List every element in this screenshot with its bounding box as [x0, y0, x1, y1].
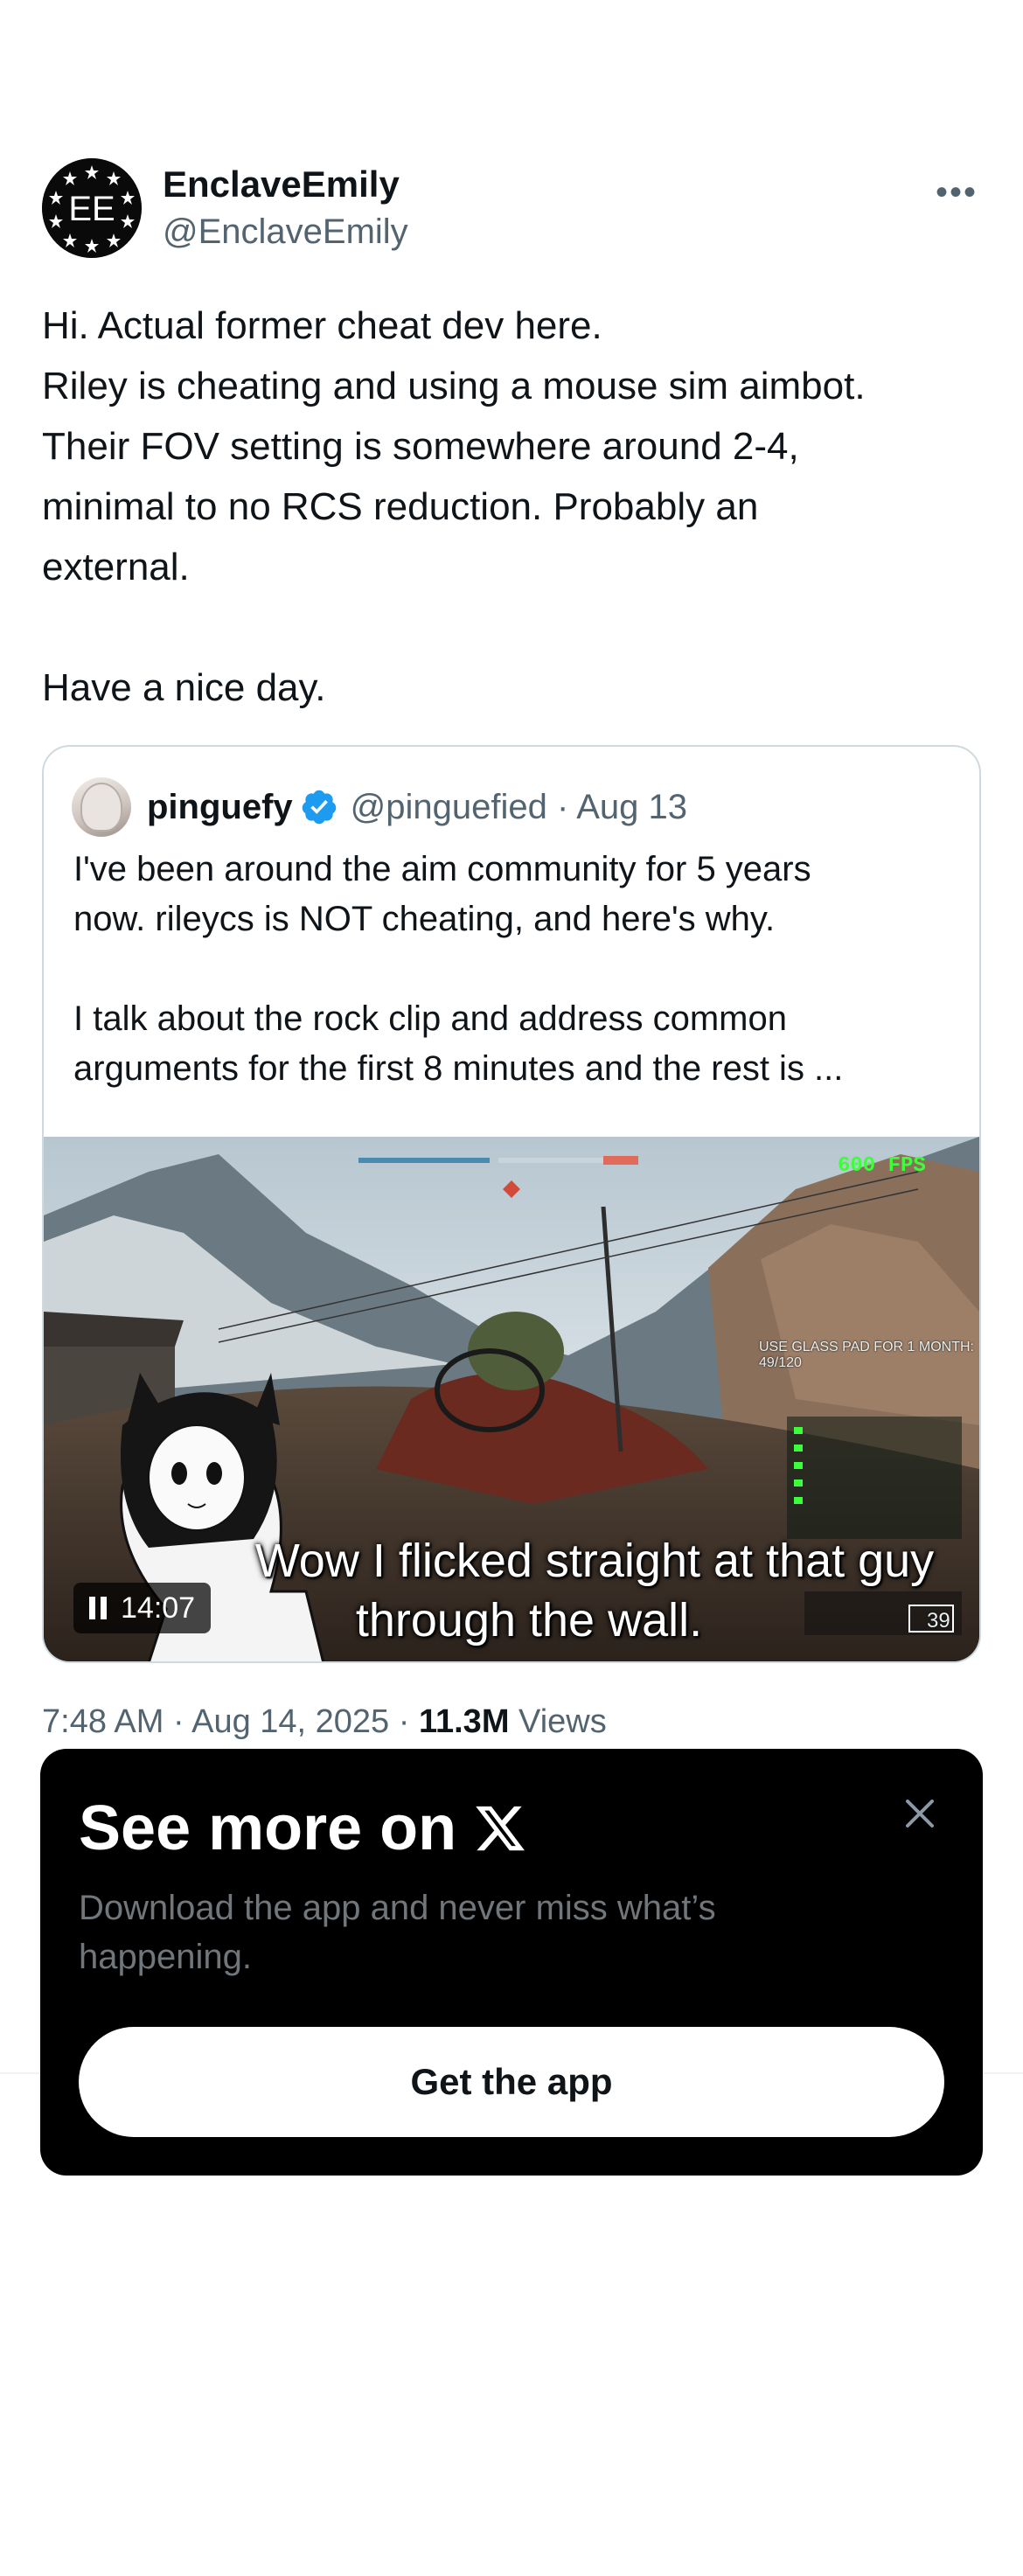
video-player[interactable]: 600 FPS USE GLASS PAD FOR 1 MONTH: 49/12… — [44, 1137, 979, 1661]
get-the-app-button[interactable]: Get the app — [79, 2027, 944, 2137]
quoted-tweet[interactable]: pinguefy @pinguefied · Aug 13 I've been … — [42, 745, 981, 1663]
tweet-timestamp[interactable]: 7:48 AM · Aug 14, 2025 · — [42, 1703, 419, 1740]
views-count: 11.3M — [418, 1703, 510, 1740]
modal-title-text: See more on — [79, 1793, 457, 1863]
avatar-initials: EE — [68, 190, 115, 228]
quote-display-name[interactable]: pinguefy — [147, 788, 293, 827]
views-label: Views — [509, 1703, 607, 1740]
x-logo-icon — [476, 1806, 525, 1851]
hud-fps: 600 FPS — [838, 1154, 926, 1178]
video-duration-badge[interactable]: 14:07 — [73, 1583, 212, 1633]
tweet: EE EnclaveEmily @EnclaveEmily ••• Hi. Ac… — [42, 157, 981, 718]
app-promo-modal: See more on Download the app and never m… — [40, 1749, 983, 2176]
pause-icon[interactable] — [89, 1597, 107, 1619]
author-names: EnclaveEmily @EnclaveEmily — [163, 161, 408, 255]
avatar-stars-logo: EE — [42, 158, 142, 258]
author-avatar[interactable]: EE — [42, 158, 142, 258]
quote-text: I've been around the aim community for 5… — [73, 850, 844, 1088]
author-display-name[interactable]: EnclaveEmily — [163, 161, 408, 208]
modal-subtitle: Download the app and never miss what’s h… — [79, 1889, 716, 1976]
tweet-author: EE EnclaveEmily @EnclaveEmily ••• — [42, 157, 981, 259]
modal-title: See more on — [79, 1789, 528, 1868]
verified-badge-icon — [302, 790, 336, 825]
close-icon[interactable] — [899, 1793, 941, 1835]
ellipsis-icon[interactable]: ••• — [932, 173, 981, 212]
tweet-text: Hi. Actual former cheat dev here. Riley … — [42, 304, 866, 709]
quote-header: pinguefy @pinguefied · Aug 13 — [72, 776, 687, 838]
author-handle[interactable]: @EnclaveEmily — [163, 208, 408, 255]
hud-banner: USE GLASS PAD FOR 1 MONTH: 49/120 — [759, 1340, 974, 1370]
video-caption-line1: Wow I flicked straight at that guy — [254, 1535, 935, 1587]
video-duration: 14:07 — [121, 1591, 196, 1625]
tweet-meta: 7:48 AM · Aug 14, 2025 · 11.3M Views — [42, 1703, 607, 1741]
quote-avatar[interactable] — [72, 777, 131, 837]
quote-handle-date[interactable]: @pinguefied · Aug 13 — [351, 788, 687, 827]
